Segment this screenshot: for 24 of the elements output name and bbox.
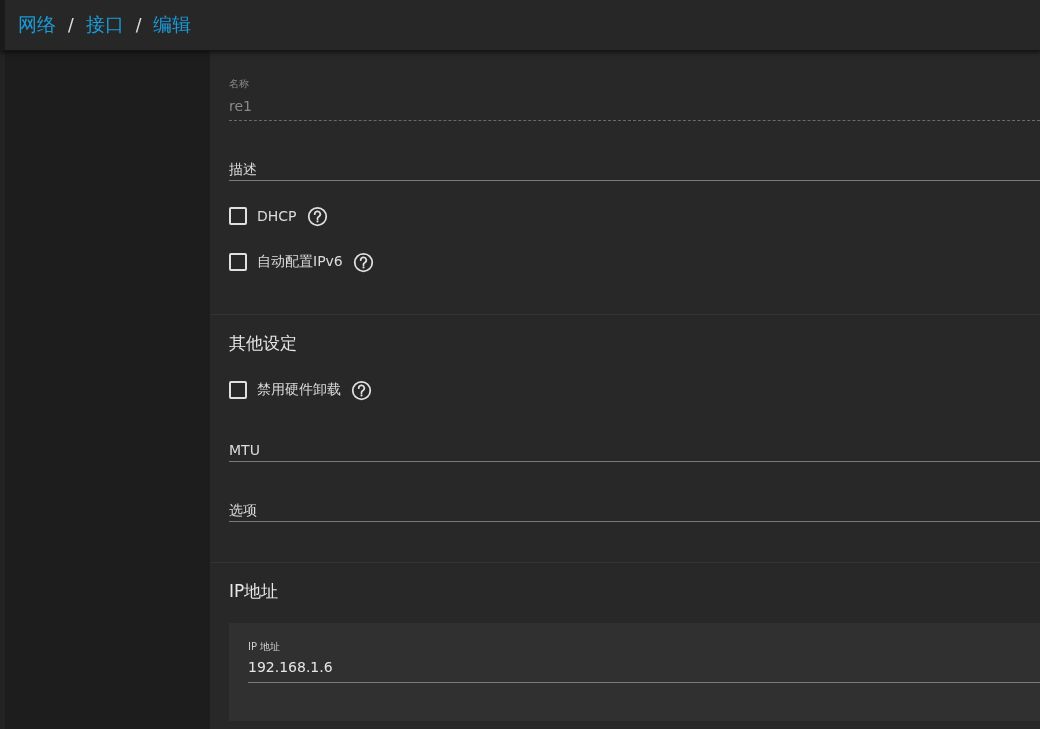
checkbox[interactable] — [229, 207, 247, 225]
checkbox-label: 自动配置IPv6 — [257, 253, 343, 271]
text-field[interactable]: 选项 — [229, 498, 1040, 522]
checkbox[interactable] — [229, 253, 247, 271]
field-label: IP 地址 — [248, 641, 282, 653]
checkbox-label: 禁用硬件卸载 — [257, 381, 341, 399]
field-value: re1 — [229, 96, 1040, 116]
section-title: 其他设定 — [229, 332, 298, 355]
checkbox[interactable] — [229, 381, 247, 399]
field-value: 192.168.1.6 — [248, 657, 1040, 677]
breadcrumb-link[interactable]: 接口 — [85, 12, 124, 38]
text-field[interactable]: MTU — [229, 438, 1040, 462]
checkbox-label: DHCP — [257, 208, 297, 224]
breadcrumb-link[interactable]: 编辑 — [153, 12, 192, 38]
breadcrumb-separator: / — [68, 15, 74, 35]
text-field[interactable]: 描述 — [229, 157, 1040, 181]
breadcrumb-link[interactable]: 网络 — [18, 12, 56, 38]
section-title: IP地址 — [229, 580, 280, 603]
help-icon[interactable] — [351, 379, 372, 401]
field-label: 名称 — [229, 78, 250, 90]
help-icon[interactable] — [352, 251, 374, 273]
help-icon[interactable] — [306, 205, 328, 227]
ip-address-field[interactable]: IP 地址 192.168.1.6 — [248, 641, 1040, 683]
breadcrumb-separator: / — [135, 15, 142, 35]
